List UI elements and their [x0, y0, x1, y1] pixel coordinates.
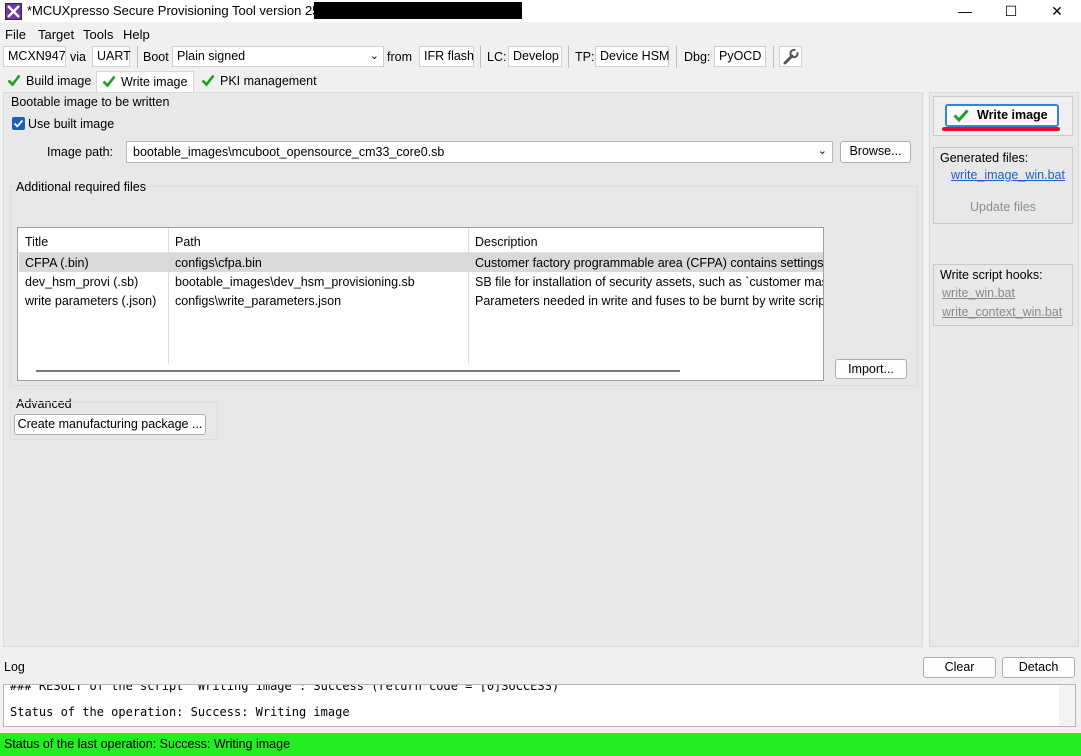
tab-build-image[interactable]: Build image: [2, 71, 94, 92]
table-cell: Customer factory programmable area (CFPA…: [475, 256, 823, 270]
update-files-button[interactable]: Update files: [970, 200, 1036, 214]
maximize-button[interactable]: ☐: [988, 0, 1034, 22]
from-label: from: [387, 50, 412, 64]
check-icon: [7, 74, 21, 87]
menu-tools[interactable]: Tools: [83, 27, 113, 42]
hook-link-write-context-win[interactable]: write_context_win.bat: [942, 305, 1062, 319]
tab-pki-management[interactable]: PKI management: [196, 71, 318, 92]
dbg-label: Dbg:: [684, 50, 711, 64]
menu-help[interactable]: Help: [123, 27, 150, 42]
log-line-clipped: ### RESULT of the script "Writing image"…: [10, 685, 559, 694]
table-cell: Parameters needed in write and fuses to …: [475, 294, 823, 308]
toolbar-separator: [137, 46, 138, 68]
table-row[interactable]: CFPA (.bin) configs\cfpa.bin Customer fa…: [18, 254, 823, 273]
status-bar: Status of the last operation: Success: W…: [0, 733, 1081, 756]
interface-select[interactable]: UART: [92, 46, 131, 67]
table-cell: CFPA (.bin): [25, 256, 89, 270]
image-path-value: bootable_images\mcuboot_opensource_cm33_…: [133, 145, 445, 159]
use-built-image-label: Use built image: [28, 117, 115, 131]
hook-link-write-win[interactable]: write_win.bat: [942, 286, 1015, 300]
vertical-scrollbar[interactable]: [1059, 685, 1075, 726]
debug-probe-select[interactable]: PyOCD: [714, 46, 766, 67]
table-cell: write parameters (.json): [25, 294, 157, 308]
check-icon: [201, 74, 215, 87]
generated-file-link-text[interactable]: write_image_win.bat: [951, 168, 1065, 182]
browse-button[interactable]: Browse...: [840, 141, 911, 163]
column-header-description[interactable]: Description: [475, 235, 538, 249]
toolbar-separator: [676, 46, 677, 68]
required-files-table: Title Path Description CFPA (.bin) confi…: [17, 227, 824, 381]
table-cell: bootable_images\dev_hsm_provisioning.sb: [175, 275, 415, 289]
image-path-label: Image path:: [47, 145, 114, 159]
script-hooks-title: Write script hooks:: [940, 268, 1043, 282]
settings-button[interactable]: [779, 46, 802, 67]
tab-write-image[interactable]: Write image: [96, 71, 194, 92]
device-select[interactable]: MCXN947: [3, 46, 66, 67]
table-cell: SB file for installation of security ass…: [475, 275, 823, 289]
highlight-underline: [942, 127, 1060, 131]
use-built-image-checkbox[interactable]: [12, 117, 25, 130]
generated-files-title: Generated files:: [940, 151, 1029, 165]
toolbar-separator: [480, 46, 481, 68]
table-cell: configs\cfpa.bin: [175, 256, 262, 270]
boot-label: Boot: [143, 50, 169, 64]
minimize-button[interactable]: —: [942, 0, 988, 22]
chevron-down-icon: ⌄: [369, 50, 379, 62]
toolbar-separator: [773, 46, 774, 68]
import-button[interactable]: Import...: [835, 359, 907, 379]
menu-bar: [0, 25, 1081, 45]
log-output[interactable]: ### RESULT of the script "Writing image"…: [3, 684, 1076, 727]
table-row[interactable]: dev_hsm_provi (.sb) bootable_images\dev_…: [18, 273, 823, 292]
via-label: via: [70, 50, 86, 64]
redacted-block: [314, 2, 522, 19]
column-header-title[interactable]: Title: [25, 235, 48, 249]
wrench-icon: [783, 48, 799, 65]
status-text: Status of the last operation: Success: W…: [4, 737, 291, 751]
lifecycle-select[interactable]: Develop: [508, 46, 562, 67]
image-path-input[interactable]: bootable_images\mcuboot_opensource_cm33_…: [126, 141, 833, 163]
table-cell: dev_hsm_provi (.sb): [25, 275, 139, 289]
menu-file[interactable]: File: [5, 27, 26, 42]
boot-source-select[interactable]: IFR flash: [419, 46, 474, 67]
generated-file-link[interactable]: write_image_win.bat: [951, 168, 1069, 182]
tab-label: PKI management: [220, 74, 317, 88]
boot-type-value: Plain signed: [177, 49, 246, 63]
trust-provisioning-select[interactable]: Device HSM: [595, 46, 669, 67]
additional-files-title: Additional required files: [16, 180, 146, 194]
log-line: Status of the operation: Success: Writin…: [10, 705, 350, 719]
column-header-path[interactable]: Path: [175, 235, 201, 249]
detach-log-button[interactable]: Detach: [1002, 657, 1075, 678]
log-line-text: ### RESULT of the script "Writing image"…: [10, 685, 560, 693]
tab-label: Build image: [26, 74, 92, 88]
write-image-label: Write image: [977, 108, 1048, 122]
write-image-button[interactable]: Write image: [945, 104, 1059, 127]
chevron-down-icon[interactable]: ⌄: [818, 144, 827, 157]
tab-label: Write image: [121, 75, 188, 89]
table-cell: configs\write_parameters.json: [175, 294, 342, 308]
check-icon: [102, 75, 116, 88]
check-icon: [953, 109, 969, 123]
table-row[interactable]: write parameters (.json) configs\write_p…: [18, 292, 823, 311]
clear-log-button[interactable]: Clear: [923, 657, 996, 678]
checkmark-icon: [13, 119, 24, 128]
app-icon: [5, 3, 22, 20]
log-label: Log: [4, 660, 25, 674]
menu-target[interactable]: Target: [38, 27, 74, 42]
boot-type-select[interactable]: Plain signed ⌄: [172, 46, 384, 67]
lc-label: LC:: [487, 50, 507, 64]
create-manufacturing-package-button[interactable]: Create manufacturing package ...: [14, 414, 206, 435]
close-button[interactable]: ✕: [1034, 0, 1080, 22]
section-title: Bootable image to be written: [11, 95, 170, 109]
toolbar-separator: [568, 46, 569, 68]
window-title: *MCUXpresso Secure Provisioning Tool ver…: [27, 3, 346, 18]
horizontal-scrollbar[interactable]: [36, 370, 680, 372]
tp-label: TP:: [575, 50, 595, 64]
